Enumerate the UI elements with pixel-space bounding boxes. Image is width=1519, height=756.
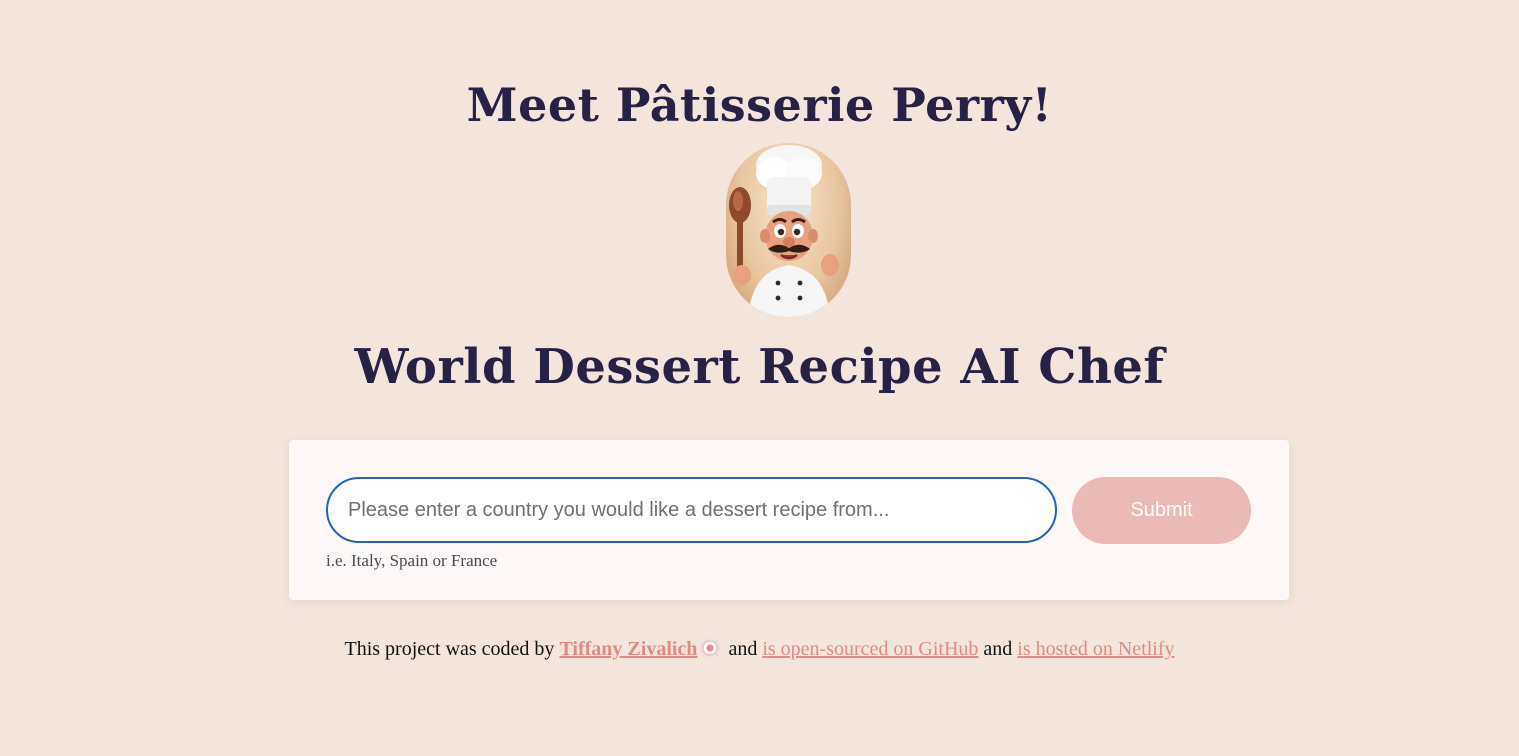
- sushi-emoji-icon: [701, 639, 720, 657]
- country-input[interactable]: [326, 477, 1057, 543]
- footer-and-1: and: [723, 638, 763, 660]
- page-title: Meet Pâtisserie Perry!: [466, 78, 1053, 132]
- page-subtitle: World Dessert Recipe AI Chef: [354, 339, 1165, 395]
- footer: This project was coded by Tiffany Zivali…: [0, 638, 1519, 661]
- author-link[interactable]: Tiffany Zivalich: [559, 638, 697, 660]
- footer-prefix: This project was coded by: [344, 638, 560, 660]
- footer-and-2: and: [978, 638, 1018, 660]
- chef-avatar: [726, 143, 851, 317]
- netlify-link[interactable]: is hosted on Netlify: [1017, 638, 1174, 660]
- github-link[interactable]: is open-sourced on GitHub: [762, 638, 978, 660]
- submit-button[interactable]: Submit: [1072, 477, 1251, 544]
- input-hint: i.e. Italy, Spain or France: [326, 551, 498, 570]
- chef-illustration: [729, 145, 839, 317]
- recipe-form: Submit i.e. Italy, Spain or France: [289, 440, 1289, 600]
